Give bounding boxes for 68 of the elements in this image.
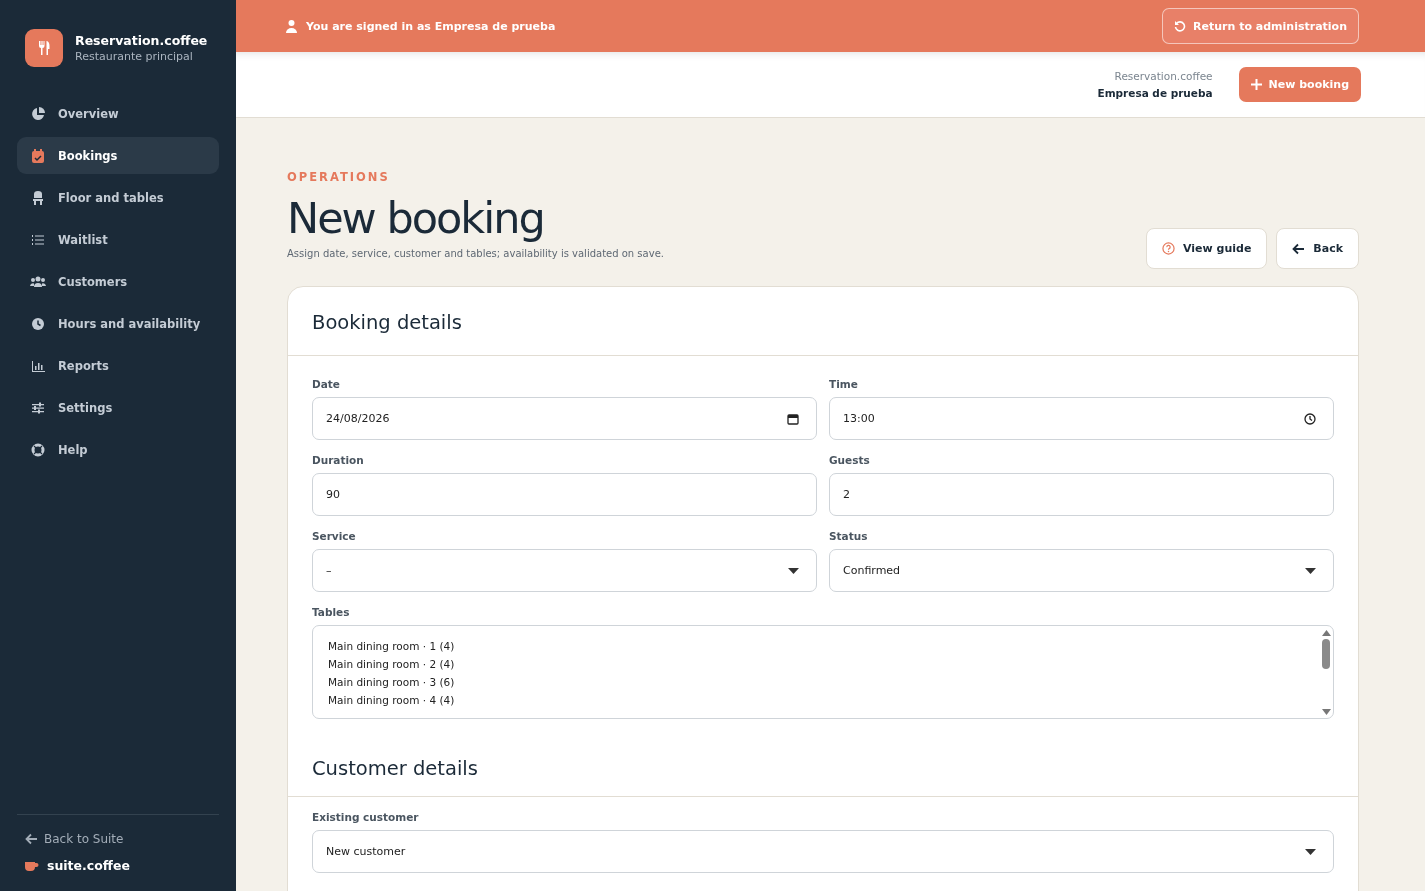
- table-option[interactable]: Main dining room · 4 (4): [328, 691, 1304, 709]
- select-field[interactable]: Confirmed: [829, 549, 1334, 592]
- cup-icon: [25, 859, 39, 872]
- undo-icon: [1174, 20, 1187, 32]
- scroll-up-icon: [1321, 630, 1331, 636]
- scroll-down-icon: [1321, 709, 1331, 715]
- table-option[interactable]: Main dining room · 3 (6): [328, 673, 1304, 691]
- scrollbar-thumb[interactable]: [1322, 639, 1330, 669]
- select-field[interactable]: –: [312, 549, 817, 592]
- bar-chart-icon: [31, 358, 45, 373]
- chair-icon: [31, 190, 45, 205]
- sidebar-item[interactable]: Settings: [17, 389, 219, 426]
- section-title: Booking details: [288, 287, 1358, 356]
- select-field[interactable]: New customer: [312, 830, 1334, 873]
- time-field[interactable]: 13:00: [829, 397, 1334, 440]
- app-name: Reservation.coffee: [1113, 70, 1213, 82]
- clock-icon: [1304, 412, 1316, 425]
- clock-icon: [31, 316, 45, 331]
- field-label: Time: [829, 378, 859, 390]
- section-eyebrow: OPERATIONS: [287, 170, 391, 184]
- date-field[interactable]: 24/08/2026: [312, 397, 817, 440]
- help-icon: [1162, 242, 1175, 255]
- page-subtitle: Assign date, service, customer and tables; availability is validated on save.: [287, 248, 664, 259]
- view-guide-button[interactable]: View guide: [1146, 228, 1268, 269]
- back-arrow-icon: [1292, 242, 1306, 255]
- sliders-icon: [31, 400, 45, 415]
- table-option[interactable]: Main dining room · 1 (4): [328, 637, 1304, 655]
- suite-link[interactable]: suite.coffee: [17, 858, 219, 873]
- person-icon: [286, 19, 297, 33]
- back-to-suite-link[interactable]: Back to Suite: [17, 832, 219, 846]
- calendar-icon: [31, 148, 45, 163]
- sidebar-item[interactable]: Customers: [17, 263, 219, 300]
- brand-name: Reservation.coffee: [75, 33, 208, 48]
- field-label: Duration: [312, 454, 365, 466]
- sidebar-item[interactable]: Overview: [17, 95, 219, 132]
- field-label: Guests: [829, 454, 871, 466]
- calendar-icon: [787, 412, 799, 425]
- plus-icon: [1250, 79, 1262, 90]
- field-label: Status: [829, 530, 869, 542]
- field-label: Service: [312, 530, 357, 542]
- input-field[interactable]: 2: [829, 473, 1334, 516]
- caret-icon: [788, 567, 799, 574]
- sidebar-item[interactable]: Waitlist: [17, 221, 219, 258]
- field-label: Existing customer: [312, 811, 420, 823]
- cutlery-icon: [38, 41, 50, 55]
- input-field[interactable]: 90: [312, 473, 817, 516]
- table-list[interactable]: Main dining room · 1 (4) Main dining room · 2 (4) Main dining room · 3 (6) Main dining room · 4 (4): [312, 625, 1334, 719]
- section-title: Customer details: [288, 741, 1358, 797]
- caret-icon: [1305, 567, 1316, 574]
- page-title: New booking: [287, 192, 545, 244]
- company-name: Empresa de prueba: [1097, 87, 1213, 99]
- impersonation-message: You are signed in as Empresa de prueba: [286, 19, 556, 33]
- brand-subtitle: Restaurante principal: [75, 50, 194, 63]
- sidebar-item[interactable]: Hours and availability: [17, 305, 219, 342]
- sidebar-item[interactable]: Reports: [17, 347, 219, 384]
- list-icon: [31, 232, 45, 247]
- sidebar-item[interactable]: Floor and tables: [17, 179, 219, 216]
- sidebar-item[interactable]: Bookings: [17, 137, 219, 174]
- caret-icon: [1305, 848, 1316, 855]
- sidebar-item[interactable]: Help: [17, 431, 219, 468]
- back-arrow-icon: [25, 833, 38, 845]
- field-label: Date: [312, 378, 341, 390]
- back-button[interactable]: Back: [1276, 228, 1359, 269]
- field-label: Tables: [312, 606, 351, 618]
- people-icon: [30, 274, 46, 289]
- pie-chart-icon: [31, 106, 45, 121]
- lifebuoy-icon: [31, 442, 45, 457]
- table-option[interactable]: Main dining room · 2 (4): [328, 655, 1304, 673]
